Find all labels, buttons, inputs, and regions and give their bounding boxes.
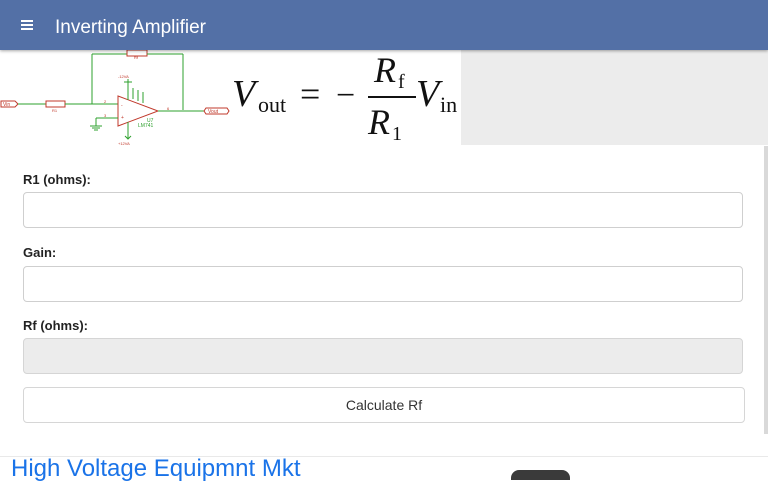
svg-text:−: − — [336, 77, 355, 114]
gain-input[interactable] — [23, 266, 743, 302]
svg-text:f: f — [398, 71, 405, 93]
vout-label: Vout — [208, 109, 219, 115]
hamburger-menu-icon[interactable] — [16, 14, 38, 36]
rf-field-label: Rf (ohms): — [23, 318, 88, 333]
svg-text:R: R — [367, 102, 390, 142]
app-bar: Inverting Amplifier — [0, 0, 768, 50]
page-title: Inverting Amplifier — [55, 17, 207, 38]
neg-supply-label: -12VA — [118, 74, 129, 79]
r1-label: R1 — [52, 108, 58, 113]
r1-field-label: R1 (ohms): — [23, 172, 91, 187]
pin3-label: 3 — [104, 113, 107, 118]
gain-field-label: Gain: — [23, 245, 57, 260]
svg-text:in: in — [440, 92, 457, 117]
ic-part: LM741 — [138, 123, 154, 129]
ad-chip[interactable] — [511, 470, 570, 480]
r1-input[interactable] — [23, 192, 743, 228]
svg-text:V: V — [232, 73, 259, 115]
gain-equation: V out = − R f R 1 V in — [232, 50, 457, 145]
pos-supply-label: +12VA — [118, 141, 130, 146]
svg-text:V: V — [416, 73, 443, 115]
vin-label: Vin — [3, 102, 10, 108]
svg-text:+: + — [121, 115, 124, 121]
scrollbar[interactable] — [764, 146, 768, 434]
calculate-rf-button[interactable]: Calculate Rf — [23, 387, 745, 423]
circuit-diagram: Rf Vin R1 - + 2 3 6 -12VA +12VA U7 LM741… — [0, 50, 230, 146]
r1-resistor — [45, 100, 66, 108]
pin6-label: 6 — [167, 106, 170, 111]
svg-text:1: 1 — [392, 123, 402, 145]
ad-placeholder-panel — [461, 50, 768, 145]
svg-text:R: R — [373, 50, 396, 90]
rf-output-field[interactable] — [23, 338, 743, 374]
svg-text:=: = — [300, 74, 320, 114]
pin2-label: 2 — [104, 99, 107, 104]
svg-text:out: out — [258, 92, 286, 117]
ad-link[interactable]: High Voltage Equipmnt Mkt — [11, 455, 301, 483]
